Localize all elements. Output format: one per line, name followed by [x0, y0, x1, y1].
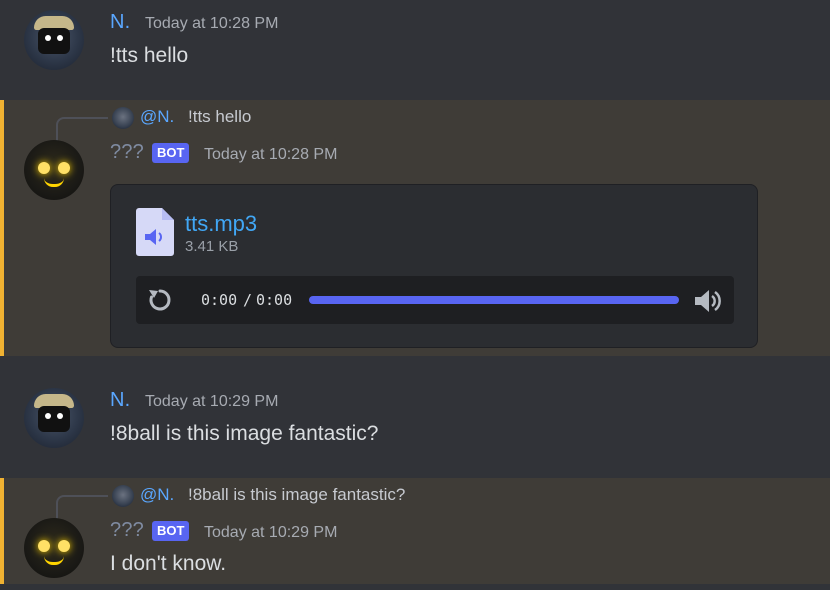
replay-icon[interactable] [146, 286, 174, 314]
audio-attachment: tts.mp3 3.41 KB 0:00 / 0:00 [110, 184, 758, 348]
message-timestamp: Today at 10:29 PM [204, 524, 338, 541]
reply-avatar[interactable] [112, 107, 134, 129]
message: @N. !tts hello ??? BOT Today at 10:28 PM… [0, 100, 830, 356]
message: N. Today at 10:28 PM !tts hello [0, 0, 830, 100]
reply-connector [56, 117, 108, 141]
avatar[interactable] [24, 140, 84, 200]
message-content: !tts hello [110, 44, 189, 67]
audio-player: 0:00 / 0:00 [136, 276, 734, 324]
reply-preview[interactable]: !8ball is this image fantastic? [188, 485, 405, 505]
message: @N. !8ball is this image fantastic? ??? … [0, 478, 830, 584]
volume-icon[interactable] [691, 286, 721, 316]
avatar-face [38, 28, 70, 54]
playback-progress-bar[interactable] [309, 296, 679, 304]
reply-connector [56, 495, 108, 519]
message-content: I don't know. [110, 552, 227, 575]
avatar[interactable] [24, 388, 84, 448]
duration: 0:00 [256, 291, 293, 309]
avatar[interactable] [24, 10, 84, 70]
avatar[interactable] [24, 518, 84, 578]
message-timestamp: Today at 10:28 PM [145, 15, 279, 32]
audio-file-icon[interactable] [136, 208, 174, 256]
bot-badge: BOT [152, 521, 190, 541]
reply-mention[interactable]: @N. [140, 485, 174, 505]
bot-badge: BOT [152, 143, 190, 163]
message-content: !8ball is this image fantastic? [110, 422, 379, 445]
attachment-size: 3.41 KB [185, 238, 239, 255]
current-time: 0:00 [201, 291, 238, 309]
message-author[interactable]: ??? [110, 519, 144, 542]
message-author[interactable]: N. [110, 11, 130, 34]
attachment-filename[interactable]: tts.mp3 [185, 211, 257, 237]
reply-avatar[interactable] [112, 485, 134, 507]
time-separator: / [243, 291, 253, 309]
message-author[interactable]: N. [110, 389, 130, 412]
avatar-face [38, 406, 70, 432]
reply-mention[interactable]: @N. [140, 107, 174, 127]
message-author[interactable]: ??? [110, 141, 144, 164]
message: N. Today at 10:29 PM !8ball is this imag… [0, 356, 830, 478]
message-timestamp: Today at 10:28 PM [204, 146, 338, 163]
message-timestamp: Today at 10:29 PM [145, 393, 279, 410]
reply-preview[interactable]: !tts hello [188, 107, 251, 127]
